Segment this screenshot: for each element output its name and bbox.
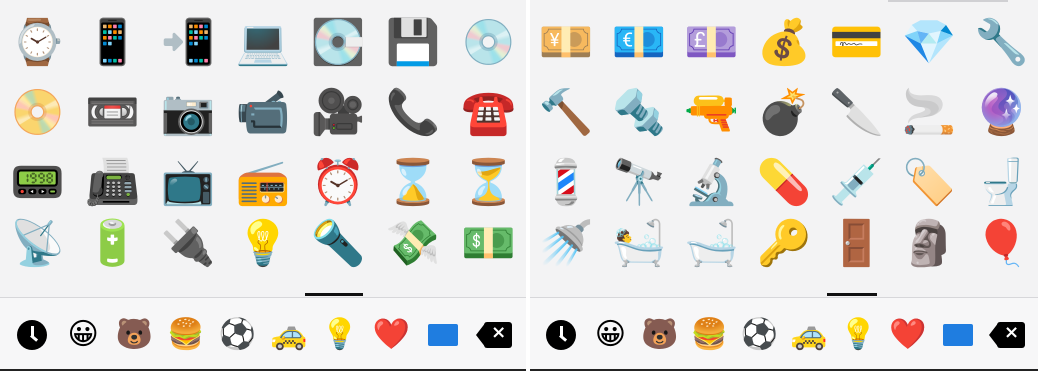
emoji-fax[interactable]: 📠 [75,148,150,218]
recent-clock-icon[interactable] [541,315,581,355]
emoji-floppy[interactable]: 💾 [376,8,451,78]
emoji-hammer[interactable]: 🔨 [530,78,603,148]
emoji-camera[interactable]: 📷 [150,78,225,148]
page-indicator [827,293,877,296]
delete-glyph: × [1004,321,1020,343]
objects-icon[interactable]: 💡 [838,315,878,355]
emoji-wrench[interactable]: 🔧 [965,8,1038,78]
emoji-watch[interactable]: ⌚ [0,8,75,78]
animals-icon[interactable]: 🐻 [114,315,154,355]
emoji-flashlight[interactable]: 🔦 [301,218,376,288]
emoji-video-camera[interactable]: 📹 [225,78,300,148]
backspace-icon[interactable]: × [987,315,1027,355]
emoji-crystal-ball[interactable]: 🔮 [965,78,1038,148]
emoji-toilet[interactable]: 🚽 [965,148,1038,218]
emoji-bathtub[interactable]: 🛁 [675,218,748,288]
emoji-grid: ⌚ 📱 📲 💻 💽 💾 💿 📀 📼 📷 📹 🎥 📞 ☎️ 📟 📠 📺 📻 ⏰ ⌛… [0,8,526,295]
activity-icon[interactable]: ⚽ [739,315,779,355]
emoji-dvd[interactable]: 📀 [0,78,75,148]
food-icon[interactable]: 🍔 [166,315,206,355]
emoji-cigarette[interactable]: 🚬 [893,78,966,148]
flags-icon[interactable] [938,315,978,355]
emoji-receiver[interactable]: 📞 [376,78,451,148]
symbols-icon[interactable]: ❤️ [371,315,411,355]
emoji-credit-card[interactable]: 💳 [820,8,893,78]
emoji-microscope[interactable]: 🔬 [675,148,748,218]
emoji-alarm-clock[interactable]: ⏰ [301,148,376,218]
emoji-water-pistol[interactable]: 🔫 [675,78,748,148]
emoji-pound[interactable]: 💷 [675,8,748,78]
emoji-plug[interactable]: 🔌 [150,218,225,288]
emoji-grid: 💴 💶 💷 💰 💳 💎 🔧 🔨 🔩 🔫 💣 🔪 🚬 🔮 💈 🔭 🔬 💊 💉 🏷️… [530,8,1038,295]
emoji-tv[interactable]: 📺 [150,148,225,218]
emoji-door[interactable]: 🚪 [820,218,893,288]
emoji-label[interactable]: 🏷️ [893,148,966,218]
emoji-pill[interactable]: 💊 [748,148,821,218]
objects-icon[interactable]: 💡 [320,315,360,355]
emoji-telescope[interactable]: 🔭 [603,148,676,218]
emoji-keyboard-right: 💴 💶 💷 💰 💳 💎 🔧 🔨 🔩 🔫 💣 🔪 🚬 🔮 💈 🔭 🔬 💊 💉 🏷️… [530,0,1038,371]
emoji-mobile-phone[interactable]: 📱 [75,8,150,78]
emoji-shower[interactable]: 🚿 [530,218,603,288]
emoji-light-bulb[interactable]: 💡 [225,218,300,288]
emoji-yen[interactable]: 💴 [530,8,603,78]
emoji-money-wings[interactable]: 💸 [376,218,451,288]
emoji-hourglass-flowing[interactable]: ⏳ [451,148,526,218]
emoji-satellite-dish[interactable]: 📡 [0,218,75,288]
emoji-keyboard-left: ⌚ 📱 📲 💻 💽 💾 💿 📀 📼 📷 📹 🎥 📞 ☎️ 📟 📠 📺 📻 ⏰ ⌛… [0,0,526,371]
emoji-telephone[interactable]: ☎️ [451,78,526,148]
flags-icon[interactable] [423,315,463,355]
emoji-knife[interactable]: 🔪 [820,78,893,148]
delete-glyph: × [491,321,507,343]
emoji-euro[interactable]: 💶 [603,8,676,78]
food-icon[interactable]: 🍔 [690,315,730,355]
emoji-dollar[interactable]: 💵 [451,218,526,288]
emoji-pager[interactable]: 📟 [0,148,75,218]
emoji-cd[interactable]: 💿 [451,8,526,78]
symbols-icon[interactable]: ❤️ [888,315,928,355]
emoji-bomb[interactable]: 💣 [748,78,821,148]
emoji-key[interactable]: 🔑 [748,218,821,288]
emoji-gem[interactable]: 💎 [893,8,966,78]
activity-icon[interactable]: ⚽ [217,315,257,355]
emoji-hourglass-done[interactable]: ⌛ [376,148,451,218]
page-indicator [305,293,363,296]
smileys-icon[interactable]: 😀 [590,315,630,355]
emoji-moai[interactable]: 🗿 [893,218,966,288]
emoji-movie-camera[interactable]: 🎥 [301,78,376,148]
emoji-vhs[interactable]: 📼 [75,78,150,148]
emoji-person-bath[interactable]: 🛀 [603,218,676,288]
emoji-battery[interactable]: 🔋 [75,218,150,288]
emoji-syringe[interactable]: 💉 [820,148,893,218]
emoji-phone-arrow[interactable]: 📲 [150,8,225,78]
emoji-barber-pole[interactable]: 💈 [530,148,603,218]
category-bar: 😀 🐻 🍔 ⚽ 🚕 💡 ❤️ × [530,297,1038,371]
emoji-laptop[interactable]: 💻 [225,8,300,78]
top-edge [888,0,1008,2]
emoji-radio[interactable]: 📻 [225,148,300,218]
backspace-icon[interactable]: × [474,315,514,355]
animals-icon[interactable]: 🐻 [640,315,680,355]
smileys-icon[interactable]: 😀 [63,315,103,355]
emoji-minidisc[interactable]: 💽 [301,8,376,78]
travel-icon[interactable]: 🚕 [789,315,829,355]
emoji-balloon[interactable]: 🎈 [965,218,1038,288]
recent-clock-icon[interactable] [12,315,52,355]
emoji-money-bag[interactable]: 💰 [748,8,821,78]
emoji-nut-bolt[interactable]: 🔩 [603,78,676,148]
category-bar: 😀 🐻 🍔 ⚽ 🚕 💡 ❤️ × [0,297,526,371]
travel-icon[interactable]: 🚕 [269,315,309,355]
